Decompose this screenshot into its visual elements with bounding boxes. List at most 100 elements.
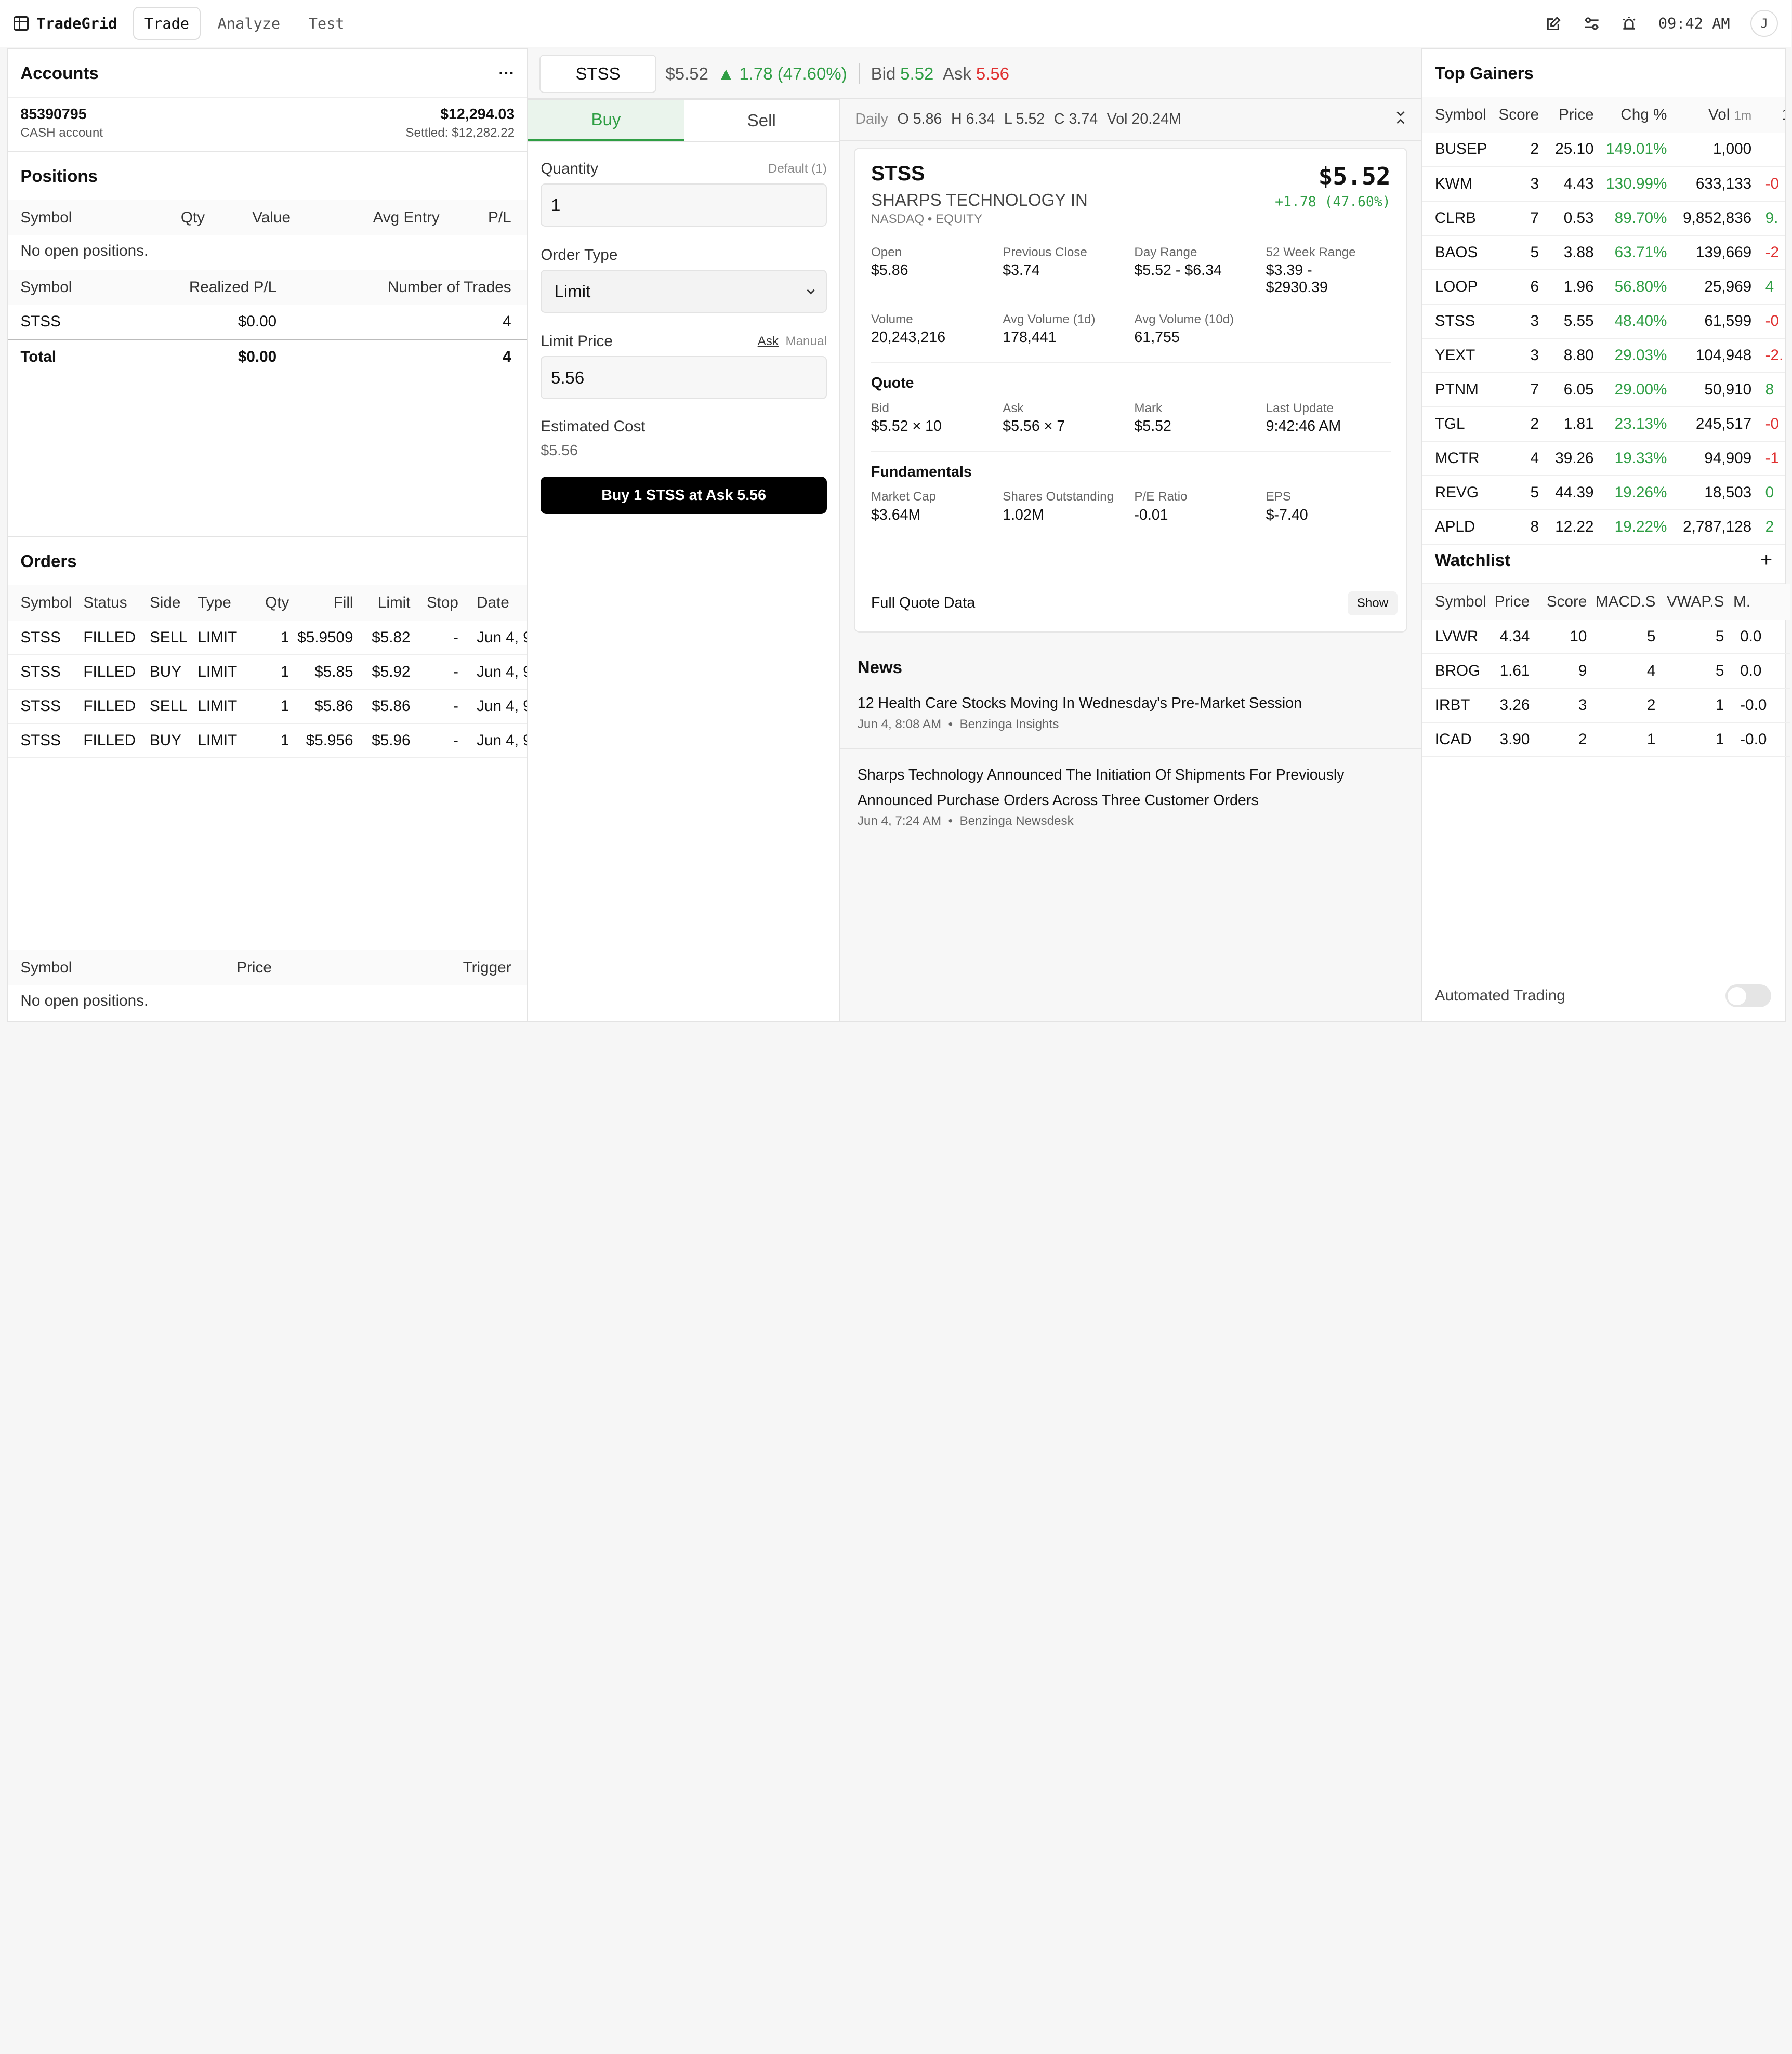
gainer-row[interactable]: REVG 5 44.39 19.26% 18,503 0 — [1422, 475, 1785, 510]
limit-price-input[interactable]: 5.56 — [541, 356, 827, 400]
submit-order-button[interactable]: Buy 1 STSS at Ask 5.56 — [541, 476, 827, 515]
watchlist-row[interactable]: IRBT 3.26 3 2 1 -0.0 — [1422, 688, 1790, 723]
gainer-row[interactable]: KWM 3 4.43 130.99% 633,133 -0 — [1422, 166, 1785, 202]
tab-analyze[interactable]: Analyze — [206, 7, 292, 40]
quantity-input[interactable]: 1 — [541, 183, 827, 227]
limit-ask-option[interactable]: Ask — [758, 334, 779, 348]
cell-vol: 25,969 — [1667, 269, 1752, 305]
news-item[interactable]: 12 Health Care Stocks Moving In Wednesda… — [840, 677, 1421, 749]
fundamentals-grid: Market Cap $3.64M Shares Outstanding 1.02M… — [871, 490, 1391, 523]
gainer-row[interactable]: PTNM 7 6.05 29.00% 50,910 8 — [1422, 372, 1785, 407]
watchlist-row[interactable]: LVWR 4.34 10 5 5 0.0 — [1422, 620, 1790, 655]
bid-value: 5.52 — [900, 63, 934, 83]
table-row[interactable]: STSS $0.00 4 — [8, 305, 528, 340]
col-avg-entry[interactable]: Avg Entry — [291, 200, 440, 235]
watchlist-title: Watchlist — [1434, 550, 1511, 570]
symbol-input[interactable]: STSS — [539, 54, 656, 94]
account-row[interactable]: 85390795 CASH account $12,294.03 Settled… — [8, 97, 528, 152]
brand[interactable]: TradeGrid — [14, 15, 117, 32]
gainer-row[interactable]: STSS 3 5.55 48.40% 61,599 -0 — [1422, 304, 1785, 339]
gainer-row[interactable]: CLRB 7 0.53 89.70% 9,852,836 9. — [1422, 201, 1785, 236]
col-pl[interactable]: P/L — [440, 200, 528, 235]
col-score[interactable]: Score — [1493, 97, 1539, 133]
col-m[interactable]: M. — [1724, 584, 1790, 620]
cell-symbol: TGL — [1422, 406, 1493, 442]
col-trigger[interactable]: Trigger — [339, 950, 528, 985]
automated-trading-toggle[interactable] — [1725, 984, 1771, 1008]
col-symbol[interactable]: Symbol — [8, 585, 83, 621]
order-row[interactable]: STSS FILLED SELL LIMIT 1 $5.86 $5.86 - J… — [8, 689, 528, 725]
col-vwap[interactable]: VWAP.S — [1655, 584, 1724, 620]
col-score[interactable]: Score — [1530, 584, 1587, 620]
edit-icon[interactable] — [1545, 15, 1562, 32]
cell-m: -0.0 — [1724, 688, 1790, 723]
col-symbol[interactable]: Symbol — [8, 270, 134, 305]
order-row[interactable]: STSS FILLED BUY LIMIT 1 $5.956 $5.96 - J… — [8, 723, 528, 759]
col-macd[interactable]: MACD.S — [1587, 584, 1655, 620]
news-headline: 12 Health Care Stocks Moving In Wednesda… — [857, 695, 1302, 712]
top-gainers-scroll[interactable]: Symbol Score Price Chg % Vol 1m 1 BUSEP2… — [1422, 97, 1785, 584]
cell-m: -0.0 — [1724, 722, 1790, 758]
news-item[interactable]: Sharps Technology Announced The Initiati… — [840, 749, 1421, 845]
gainer-row[interactable]: BAOS 5 3.88 63.71% 139,669 -2 — [1422, 235, 1785, 270]
right-column: Top Gainers Symbol Score Price Chg % Vol… — [1421, 48, 1790, 1022]
gainer-row[interactable]: BUSEP 2 25.10 149.01% 1,000 — [1422, 132, 1785, 167]
ohlc-period: Daily — [855, 111, 888, 128]
avatar[interactable]: J — [1750, 9, 1778, 37]
add-icon[interactable]: + — [1760, 548, 1772, 572]
col-qty[interactable]: Qty — [151, 200, 205, 235]
cell-qty: 1 — [257, 655, 289, 690]
stat-avg-volume-1d: Avg Volume (1d) 178,441 — [1003, 312, 1096, 346]
col-fill[interactable]: Fill — [289, 585, 353, 621]
watchlist-row[interactable]: BROG 1.61 9 4 5 0.0 — [1422, 654, 1790, 689]
col-symbol[interactable]: Symbol — [8, 950, 236, 985]
sliders-icon[interactable] — [1583, 15, 1600, 32]
order-type-select[interactable]: Limit — [541, 269, 827, 313]
cell-chg: 29.03% — [1593, 338, 1667, 373]
col-extra[interactable]: 1 — [1751, 97, 1785, 133]
collapse-icon[interactable] — [1395, 111, 1406, 128]
col-number-of-trades[interactable]: Number of Trades — [276, 270, 527, 305]
left-column: Accounts ··· 85390795 CASH account $12,2… — [7, 48, 529, 1022]
total-trades: 4 — [503, 348, 511, 365]
col-realized-pl[interactable]: Realized P/L — [134, 270, 276, 305]
gainer-row[interactable]: LOOP 6 1.96 56.80% 25,969 4 — [1422, 269, 1785, 305]
tab-trade[interactable]: Trade — [133, 6, 201, 41]
fund-eps: EPS $-7.40 — [1266, 490, 1308, 523]
buy-tab[interactable]: Buy — [528, 100, 684, 141]
tab-test[interactable]: Test — [297, 7, 355, 40]
col-stop[interactable]: Stop — [411, 585, 458, 621]
show-full-quote-button[interactable]: Show — [1348, 591, 1398, 615]
col-qty[interactable]: Qty — [257, 585, 289, 621]
cell-price: 3.26 — [1486, 688, 1530, 723]
col-side[interactable]: Side — [150, 585, 197, 621]
col-price[interactable]: Price — [236, 950, 339, 985]
watchlist-row[interactable]: ICAD 3.90 2 1 1 -0.0 — [1422, 722, 1790, 758]
col-chg[interactable]: Chg % — [1594, 97, 1667, 133]
alarm-icon[interactable] — [1620, 15, 1638, 32]
sell-tab[interactable]: Sell — [684, 100, 839, 140]
col-symbol[interactable]: Symbol — [8, 200, 151, 235]
col-symbol[interactable]: Symbol — [1422, 584, 1486, 620]
cell-score: 6 — [1493, 269, 1539, 305]
order-row[interactable]: STSS FILLED BUY LIMIT 1 $5.85 $5.92 - Ju… — [8, 655, 528, 690]
cell-price: 4.43 — [1538, 166, 1594, 202]
col-price[interactable]: Price — [1539, 97, 1594, 133]
col-type[interactable]: Type — [197, 585, 257, 621]
exchange-label: NASDAQ • EQUITY — [871, 212, 983, 227]
col-vol[interactable]: Vol 1m — [1667, 97, 1751, 133]
col-symbol[interactable]: Symbol — [1422, 97, 1493, 133]
col-status[interactable]: Status — [83, 585, 150, 621]
col-value[interactable]: Value — [205, 200, 291, 235]
col-limit[interactable]: Limit — [353, 585, 411, 621]
gainer-row[interactable]: MCTR 4 39.26 19.33% 94,909 -1 — [1422, 441, 1785, 476]
cell-qty: 1 — [257, 689, 289, 725]
cell-price: 3.90 — [1486, 722, 1530, 758]
order-row[interactable]: STSS FILLED SELL LIMIT 1 $5.9509 $5.82 -… — [8, 621, 528, 656]
limit-manual-option[interactable]: Manual — [785, 334, 826, 348]
gainer-row[interactable]: TGL 2 1.81 23.13% 245,517 -0 — [1422, 406, 1785, 442]
gainer-row[interactable]: YEXT 3 8.80 29.03% 104,948 -2. — [1422, 338, 1785, 373]
col-date[interactable]: Date — [458, 585, 527, 621]
col-price[interactable]: Price — [1486, 584, 1530, 620]
more-icon[interactable]: ··· — [498, 64, 515, 83]
